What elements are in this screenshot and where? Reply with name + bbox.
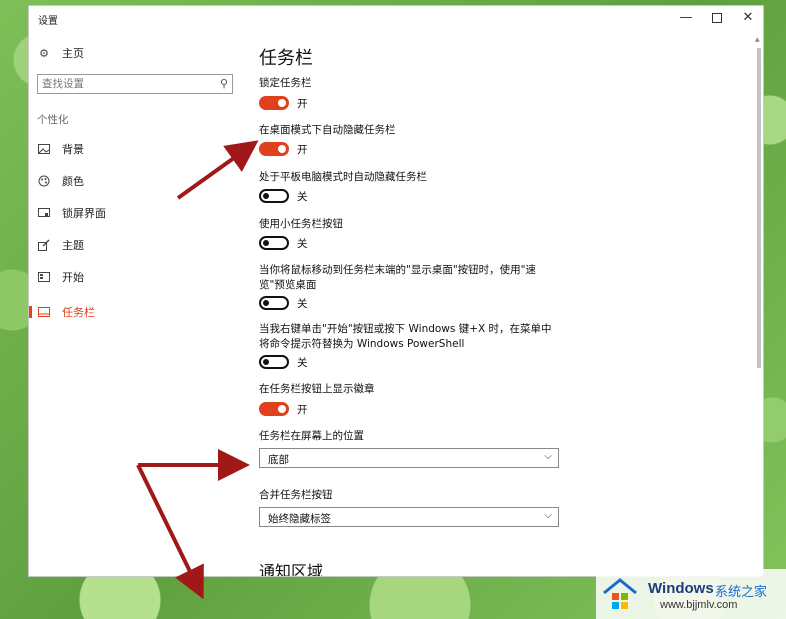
watermark-url: www.bjjmlv.com — [660, 599, 738, 611]
house-logo-icon — [603, 578, 637, 609]
arrow-to-autohide — [176, 140, 259, 200]
watermark-title: Windows — [648, 580, 714, 597]
annotation-arrows — [136, 140, 259, 600]
watermark: Windows 系统之家 www.bjjmlv.com — [596, 569, 786, 619]
watermark-subtitle: 系统之家 — [715, 585, 768, 600]
arrow-to-bottom — [136, 464, 204, 600]
